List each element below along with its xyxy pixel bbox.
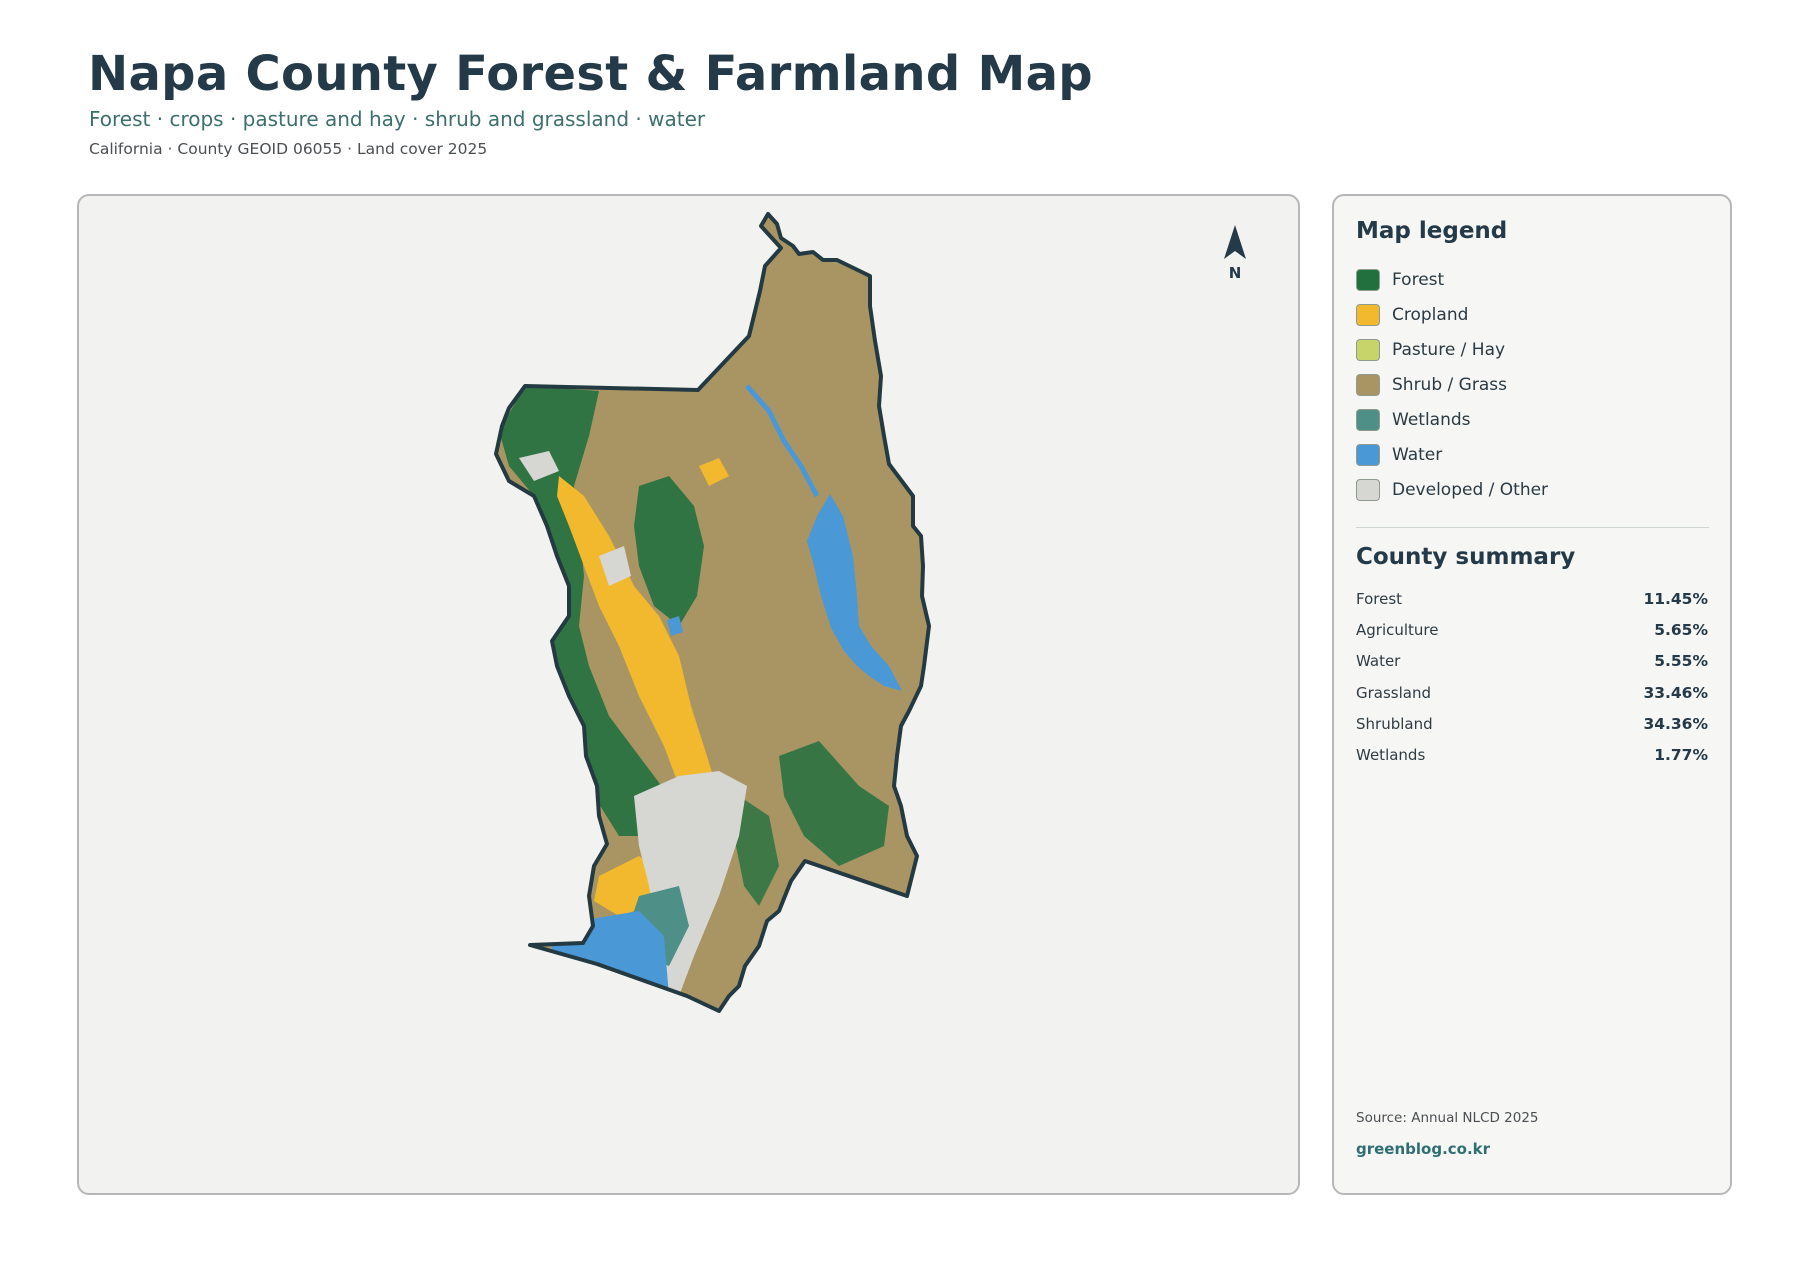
source-note: Source: Annual NLCD 2025 [1356, 1110, 1539, 1126]
summary-label: Wetlands [1356, 746, 1426, 765]
legend-item-forest: Forest [1356, 262, 1548, 297]
legend-label: Developed / Other [1392, 479, 1549, 500]
summary-label: Water [1356, 652, 1401, 671]
legend-item-developed-other: Developed / Other [1356, 472, 1548, 507]
legend-swatch-shrub-grass [1356, 373, 1380, 396]
summary-label: Forest [1356, 589, 1403, 608]
legend-label: Wetlands [1392, 409, 1471, 430]
panel-divider [1356, 527, 1709, 528]
legend-label: Shrub / Grass [1392, 374, 1507, 395]
legend-item-pasture-hay: Pasture / Hay [1356, 332, 1548, 367]
summary-value: 34.36% [1643, 714, 1708, 733]
legend-label: Water [1392, 444, 1443, 465]
legend-label: Forest [1392, 269, 1445, 290]
legend-item-cropland: Cropland [1356, 297, 1548, 332]
summary-list: Forest 11.45% Agriculture 5.65% Water 5.… [1356, 583, 1708, 771]
legend-swatch-forest [1356, 268, 1380, 291]
legend-list: Forest Cropland Pasture / Hay Shrub / Gr… [1356, 262, 1548, 507]
summary-row-shrubland: Shrubland 34.36% [1356, 708, 1708, 739]
side-panel: Map legend Forest Cropland Pasture / Hay… [1332, 194, 1732, 1195]
page-subtitle: Forest · crops · pasture and hay · shrub… [89, 107, 706, 131]
legend-label: Pasture / Hay [1392, 339, 1506, 360]
legend-item-wetlands: Wetlands [1356, 402, 1548, 437]
summary-label: Grassland [1356, 683, 1431, 702]
page-title: Napa County Forest & Farmland Map [88, 46, 1093, 102]
legend-swatch-pasture-hay [1356, 338, 1380, 361]
summary-row-forest: Forest 11.45% [1356, 583, 1708, 614]
page-meta: California · County GEOID 06055 · Land c… [89, 140, 488, 158]
summary-row-agriculture: Agriculture 5.65% [1356, 614, 1708, 645]
legend-swatch-developed-other [1356, 478, 1380, 501]
summary-value: 5.65% [1654, 620, 1708, 639]
legend-swatch-water [1356, 443, 1380, 466]
summary-value: 33.46% [1643, 683, 1708, 702]
summary-label: Agriculture [1356, 620, 1439, 639]
legend-swatch-cropland [1356, 303, 1380, 326]
summary-row-water: Water 5.55% [1356, 646, 1708, 677]
summary-label: Shrubland [1356, 714, 1433, 733]
legend-swatch-wetlands [1356, 408, 1380, 431]
site-link[interactable]: greenblog.co.kr [1356, 1140, 1490, 1158]
summary-row-wetlands: Wetlands 1.77% [1356, 739, 1708, 770]
summary-value: 1.77% [1654, 746, 1708, 765]
north-label: N [1228, 264, 1242, 282]
summary-row-grassland: Grassland 33.46% [1356, 677, 1708, 708]
summary-value: 11.45% [1643, 589, 1708, 608]
summary-value: 5.55% [1654, 652, 1708, 671]
summary-title: County summary [1356, 544, 1576, 570]
legend-title: Map legend [1356, 218, 1508, 244]
county-map[interactable] [79, 196, 1300, 1195]
legend-item-shrub-grass: Shrub / Grass [1356, 367, 1548, 402]
map-panel[interactable] [77, 194, 1300, 1195]
legend-label: Cropland [1392, 304, 1469, 325]
legend-item-water: Water [1356, 437, 1548, 472]
